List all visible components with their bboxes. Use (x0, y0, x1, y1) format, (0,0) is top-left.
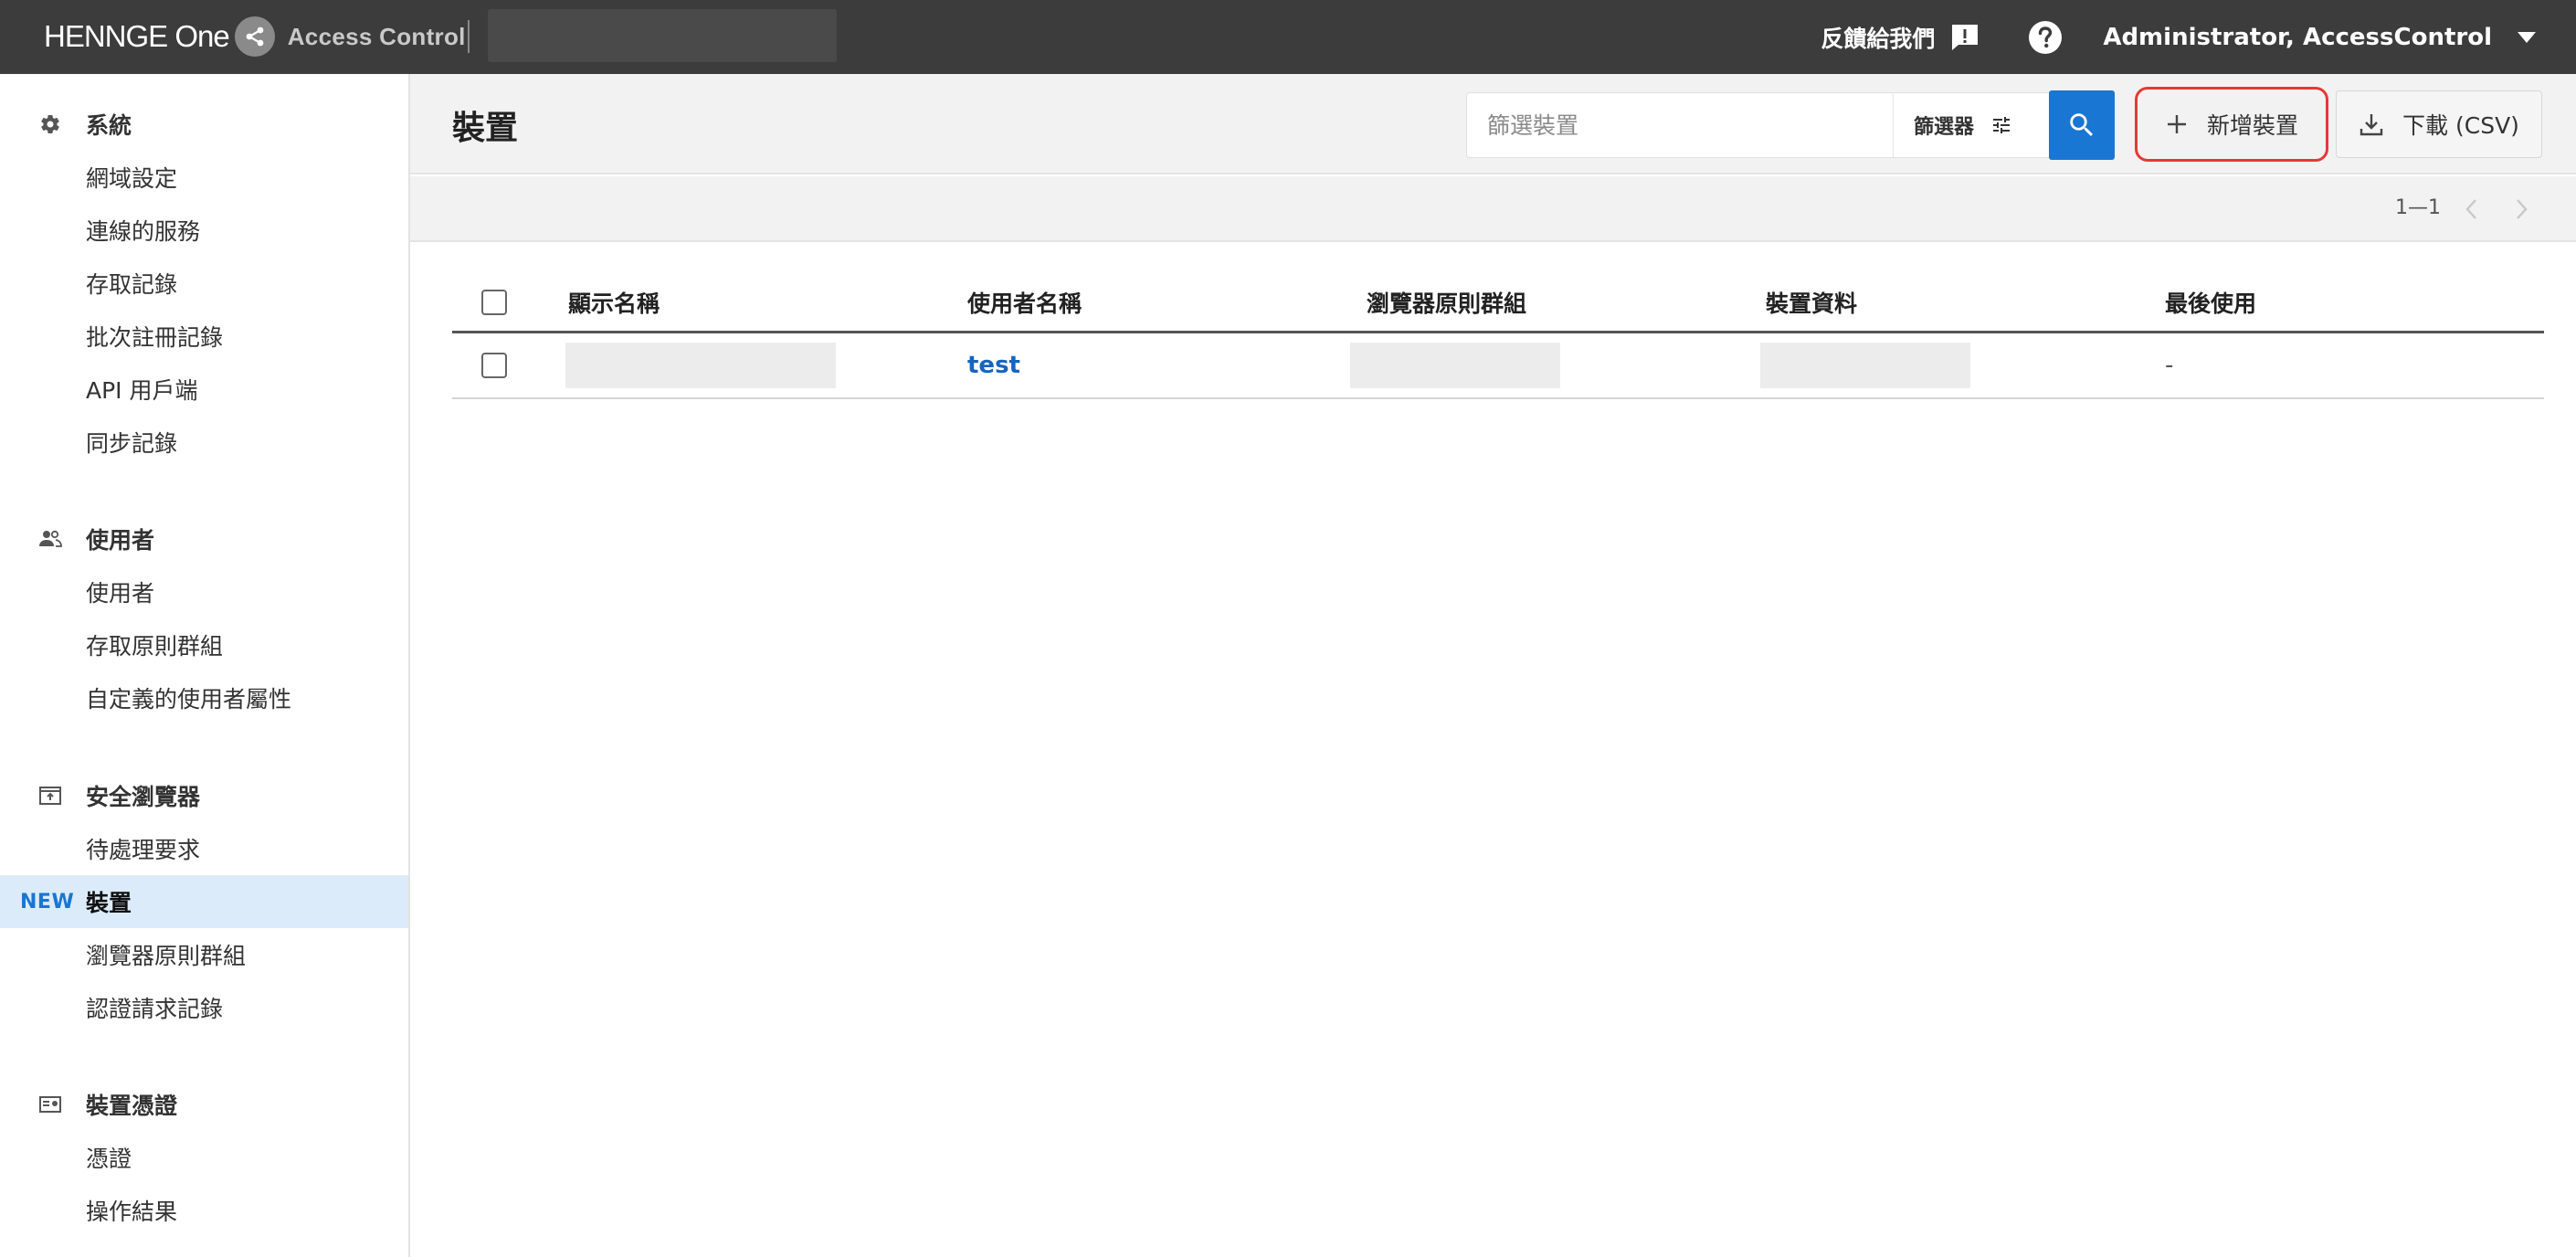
nav-group-secure-browser: 安全瀏覽器 待處理要求 NEW 裝置 瀏覽器原則群組 認證請求記錄 (0, 769, 408, 1034)
sidebar-item-pending-requests[interactable]: 待處理要求 (0, 822, 408, 875)
devices-table: 顯示名稱 使用者名稱 瀏覽器原則群組 裝置資料 最後使用 test - (452, 273, 2544, 399)
sidebar-item-label: 待處理要求 (86, 837, 201, 863)
sidebar-item-operation-results[interactable]: 操作結果 (0, 1184, 408, 1237)
page-title: 裝置 (452, 110, 519, 147)
user-menu[interactable]: Administrator, AccessControl (2103, 24, 2536, 51)
search-icon (2070, 113, 2094, 137)
nav-header-secure-browser: 安全瀏覽器 (0, 769, 408, 822)
sidebar-item-label: 網域設定 (86, 165, 178, 192)
last-used-cell: - (2165, 352, 2174, 379)
sidebar-item-connected-services[interactable]: 連線的服務 (0, 204, 408, 257)
sidebar-item-label: API 用戶端 (86, 377, 198, 404)
sidebar-item-label: 憑證 (86, 1146, 132, 1172)
feedback-label: 反饋給我們 (1821, 25, 1936, 52)
table-header: 顯示名稱 使用者名稱 瀏覽器原則群組 裝置資料 最後使用 (452, 273, 2544, 333)
sidebar-item-batch-registration-logs[interactable]: 批次註冊記錄 (0, 310, 408, 363)
sidebar-item-access-logs[interactable]: 存取記錄 (0, 257, 408, 310)
pagination-range: 1—1 (2395, 196, 2441, 219)
brand-name: HENNGE One (44, 19, 230, 53)
chevron-left-icon[interactable] (2461, 196, 2483, 222)
table-row[interactable]: test - (452, 333, 2544, 399)
search-bar: 篩選器 (1466, 92, 2073, 158)
sidebar-item-label: 認證請求記錄 (86, 996, 224, 1022)
sidebar-item-label: 連線的服務 (86, 218, 201, 245)
divider (468, 20, 470, 53)
help-icon[interactable] (2028, 20, 2063, 55)
sidebar-item-label: 操作結果 (86, 1199, 178, 1225)
top-bar: HENNGE One Access Control 反饋給我們 Administ… (0, 0, 2576, 74)
chevron-down-icon (2518, 31, 2536, 43)
nav-group-device-certificates: 裝置憑證 憑證 操作結果 (0, 1078, 408, 1237)
nav-header-label: 系統 (86, 112, 132, 139)
sidebar-item-devices[interactable]: NEW 裝置 (0, 875, 408, 928)
sidebar-item-api-clients[interactable]: API 用戶端 (0, 363, 408, 416)
sidebar-item-label: 瀏覽器原則群組 (86, 943, 247, 969)
search-button[interactable] (2049, 90, 2115, 160)
sidebar-item-label: 批次註冊記錄 (86, 324, 224, 351)
sidebar: 系統 網域設定 連線的服務 存取記錄 批次註冊記錄 API 用戶端 同步記錄 使… (0, 74, 410, 1257)
sidebar-item-auth-request-logs[interactable]: 認證請求記錄 (0, 981, 408, 1034)
tenant-selector[interactable] (488, 9, 837, 62)
username-link[interactable]: test (967, 352, 1020, 379)
sidebar-item-domain-settings[interactable]: 網域設定 (0, 151, 408, 204)
nav-header-device-certificates: 裝置憑證 (0, 1078, 408, 1131)
page-header: 裝置 篩選器 新增裝置 (410, 74, 2576, 174)
column-header-device-data[interactable]: 裝置資料 (1766, 286, 1857, 319)
nav-header-label: 裝置憑證 (86, 1093, 178, 1119)
browser-icon (38, 784, 62, 808)
nav-header-label: 使用者 (86, 527, 155, 554)
download-csv-button[interactable]: 下載 (CSV) (2336, 90, 2542, 158)
nav-header-users: 使用者 (0, 512, 408, 565)
gear-icon (38, 112, 62, 136)
new-badge: NEW (20, 890, 75, 914)
select-all-checkbox[interactable] (481, 289, 507, 315)
certificate-icon (38, 1093, 62, 1116)
row-checkbox[interactable] (481, 353, 507, 378)
sidebar-item-custom-attributes[interactable]: 自定義的使用者屬性 (0, 671, 408, 724)
nav-group-users: 使用者 使用者 存取原則群組 自定義的使用者屬性 (0, 512, 408, 724)
plus-icon (2167, 115, 2186, 133)
sidebar-item-sync-logs[interactable]: 同步記錄 (0, 416, 408, 469)
pagination-bar: 1—1 (410, 176, 2576, 242)
filter-button[interactable]: 篩選器 (1893, 93, 2044, 157)
browser-policy-group-cell (1350, 343, 1560, 388)
filter-label: 篩選器 (1914, 116, 1975, 139)
user-name: Administrator, AccessControl (2103, 23, 2492, 51)
chevron-right-icon[interactable] (2510, 196, 2532, 222)
brand[interactable]: HENNGE One Access Control (44, 16, 466, 57)
feedback-button[interactable]: 反饋給我們 (1821, 21, 1980, 54)
sidebar-item-label: 存取記錄 (86, 271, 178, 298)
product-name: Access Control (287, 22, 466, 50)
nav-header-system: 系統 (0, 98, 408, 151)
column-header-display-name[interactable]: 顯示名稱 (568, 286, 660, 319)
users-icon (38, 527, 62, 551)
top-right-controls: 反饋給我們 Administrator, AccessControl (1821, 0, 2576, 74)
main-content: 裝置 篩選器 新增裝置 (410, 74, 2576, 1257)
nav-group-system: 系統 網域設定 連線的服務 存取記錄 批次註冊記錄 API 用戶端 同步記錄 (0, 98, 408, 469)
sidebar-item-label: 裝置 (86, 890, 132, 916)
sidebar-item-label: 存取原則群組 (86, 633, 224, 660)
sidebar-item-browser-policy-groups[interactable]: 瀏覽器原則群組 (0, 928, 408, 981)
sidebar-item-access-policy-groups[interactable]: 存取原則群組 (0, 618, 408, 671)
sidebar-item-users[interactable]: 使用者 (0, 565, 408, 618)
search-input[interactable] (1467, 93, 1893, 157)
sidebar-item-certificates[interactable]: 憑證 (0, 1131, 408, 1184)
column-header-browser-policy-group[interactable]: 瀏覽器原則群組 (1367, 286, 1526, 319)
sidebar-item-label: 自定義的使用者屬性 (86, 686, 292, 713)
add-device-button[interactable]: 新增裝置 (2135, 87, 2328, 162)
feedback-icon (1952, 24, 1979, 50)
nav-header-label: 安全瀏覽器 (86, 784, 201, 810)
download-icon (2360, 114, 2383, 136)
column-header-username[interactable]: 使用者名稱 (967, 286, 1082, 319)
display-name-cell (565, 343, 836, 388)
share-logo-icon (234, 16, 275, 57)
tune-icon (1993, 117, 2011, 133)
add-device-label: 新增裝置 (2206, 112, 2298, 139)
sidebar-item-label: 使用者 (86, 580, 155, 607)
sidebar-item-label: 同步記錄 (86, 430, 178, 457)
download-csv-label: 下載 (CSV) (2402, 112, 2519, 139)
device-data-cell (1760, 343, 1970, 388)
column-header-last-used[interactable]: 最後使用 (2165, 286, 2256, 319)
